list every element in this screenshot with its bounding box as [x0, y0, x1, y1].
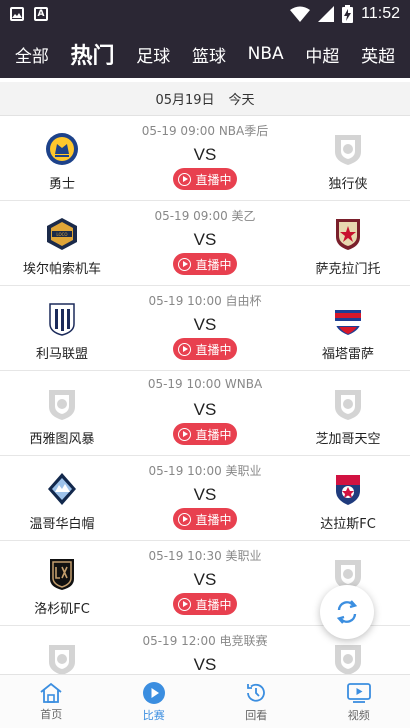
home-team-name: 埃尔帕索机车: [22, 262, 101, 277]
replay-clock-icon: [247, 683, 266, 702]
bottom-navigation: 首页 比赛 回看 视频: [0, 674, 410, 728]
play-icon: [178, 427, 192, 441]
match-row[interactable]: 05-19 10:00 自由杯 利马联盟 VS 直播中 福塔雷萨: [0, 286, 410, 371]
home-team-name: 温哥华白帽: [29, 517, 95, 532]
nav-matches[interactable]: 比赛: [103, 675, 206, 728]
away-team-name: 福塔雷萨: [321, 347, 374, 362]
play-icon: [178, 172, 192, 186]
signal-icon: [318, 6, 335, 22]
nav-home[interactable]: 首页: [0, 675, 103, 728]
match-row[interactable]: 05-19 09:00 NBA季后 勇士 VS 直播中 独行侠: [0, 116, 410, 201]
day-label: 今天: [228, 93, 255, 108]
tab-premier-league[interactable]: 英超: [361, 42, 395, 67]
battery-charging-icon: [342, 5, 354, 23]
match-row[interactable]: 05-19 10:00 WNBA 西雅图风暴 VS 直播中 芝加哥天空: [0, 371, 410, 456]
refresh-icon: [336, 600, 358, 624]
app-notification-icon: A: [34, 7, 48, 21]
home-team-name: 勇士: [48, 177, 75, 192]
play-icon: [178, 342, 192, 356]
live-button[interactable]: 直播中: [173, 508, 237, 530]
home-team-name: 西雅图风暴: [29, 432, 95, 447]
nav-replay[interactable]: 回看: [205, 675, 308, 728]
match-row[interactable]: 05-19 09:00 美乙 LOCO 埃尔帕索机车 VS 直播中 萨克拉门托: [0, 201, 410, 286]
away-team[interactable]: 福塔雷萨: [288, 302, 408, 362]
tab-all[interactable]: 全部: [15, 42, 49, 67]
away-team[interactable]: 独行侠: [288, 132, 408, 192]
match-row[interactable]: 05-19 10:00 美职业 温哥华白帽 VS 直播中 达拉斯FC: [0, 456, 410, 541]
nav-video[interactable]: 视频: [308, 675, 410, 728]
away-team[interactable]: 萨克拉门托: [288, 217, 408, 277]
live-button[interactable]: 直播中: [173, 338, 237, 360]
home-team-name: 利马联盟: [35, 347, 88, 362]
nav-replay-label: 回看: [245, 708, 268, 722]
play-icon: [178, 257, 192, 271]
home-icon: [40, 682, 62, 703]
shield-placeholder-logo: [335, 390, 361, 420]
away-team[interactable]: [288, 642, 408, 674]
refresh-button[interactable]: [320, 585, 374, 639]
date-header: 05月19日 今天: [0, 82, 410, 116]
fc-dallas-logo: [336, 475, 360, 505]
tab-basketball[interactable]: 篮球: [192, 42, 226, 67]
play-icon: [178, 512, 192, 526]
video-icon: [346, 682, 371, 703]
nav-home-label: 首页: [40, 707, 63, 721]
live-button[interactable]: 直播中: [173, 423, 237, 445]
away-team[interactable]: 芝加哥天空: [288, 387, 408, 447]
home-team-name: 洛杉矶FC: [34, 602, 90, 617]
fortaleza-logo: [335, 305, 361, 335]
away-team-name: 达拉斯FC: [320, 517, 376, 532]
live-button[interactable]: 直播中: [173, 593, 237, 615]
clock: 11:52: [361, 5, 400, 22]
away-team-name: 独行侠: [328, 177, 368, 192]
date-label: 05月19日: [155, 93, 215, 108]
away-team-name: 芝加哥天空: [315, 432, 381, 447]
status-bar: A 11:52: [0, 0, 410, 30]
nav-video-label: 视频: [347, 708, 370, 722]
tab-nba[interactable]: NBA: [248, 44, 284, 64]
live-button[interactable]: 直播中: [173, 253, 237, 275]
shield-placeholder-logo: [335, 135, 361, 165]
live-button[interactable]: 直播中: [173, 168, 237, 190]
play-icon: [178, 597, 192, 611]
away-team-name: 萨克拉门托: [315, 262, 381, 277]
republic-logo: [336, 219, 360, 250]
wifi-icon: [290, 6, 311, 22]
image-notification-icon: [10, 7, 24, 21]
tab-csl[interactable]: 中超: [305, 42, 339, 67]
play-circle-icon: [142, 681, 165, 704]
nav-matches-label: 比赛: [142, 708, 165, 722]
tab-hot[interactable]: 热门: [71, 38, 115, 70]
shield-placeholder-logo: [335, 645, 361, 674]
away-team[interactable]: 达拉斯FC: [288, 472, 408, 532]
tab-football[interactable]: 足球: [136, 42, 170, 67]
category-tabs: 全部 热门 足球 篮球 NBA 中超 英超: [0, 30, 410, 78]
